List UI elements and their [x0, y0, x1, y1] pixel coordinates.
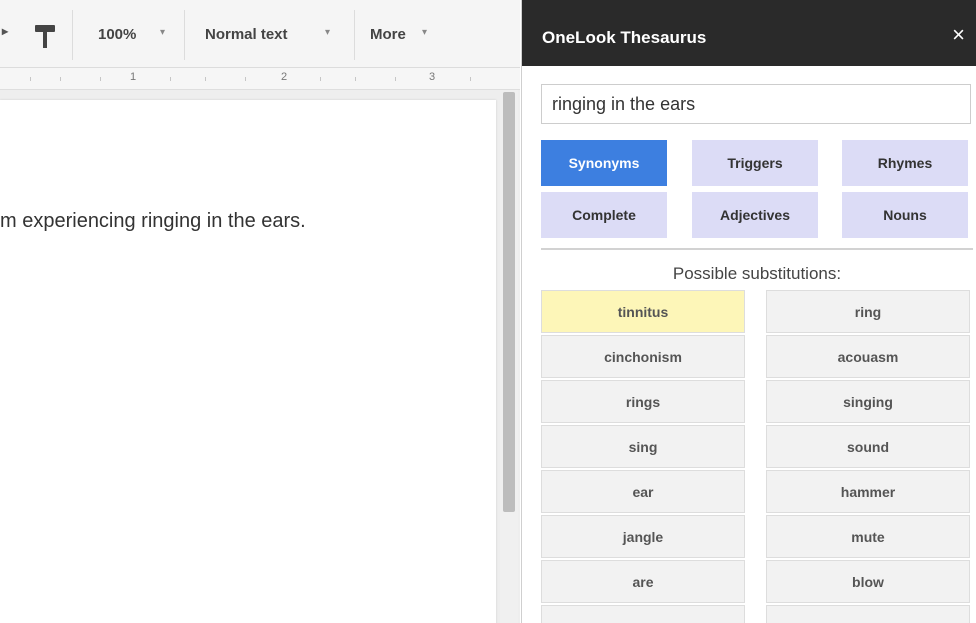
substitutions-left-column: tinnitus cinchonism rings sing ear jangl… [541, 290, 745, 623]
list-item[interactable]: sing [541, 425, 745, 468]
more-chevron-down-icon[interactable]: ▾ [422, 27, 427, 38]
list-item[interactable]: tinnitus [541, 290, 745, 333]
style-dropdown[interactable]: Normal text [205, 26, 288, 43]
sidebar-header: OneLook Thesaurus × [522, 0, 976, 66]
ruler-tick [245, 77, 246, 81]
list-item[interactable]: cinchonism [541, 335, 745, 378]
ruler-tick [205, 77, 206, 81]
document-text[interactable]: m experiencing ringing in the ears. [0, 210, 306, 233]
zoom-dropdown[interactable]: 100% [98, 26, 136, 43]
list-item[interactable]: ... [541, 605, 745, 623]
ruler-mark: 2 [281, 71, 288, 83]
ruler-tick [30, 77, 31, 81]
list-item[interactable]: rings [541, 380, 745, 423]
ruler-tick [100, 77, 101, 81]
ruler-tick [320, 77, 321, 81]
rhymes-button[interactable]: Rhymes [842, 140, 968, 186]
list-item[interactable]: ... [766, 605, 970, 623]
ruler-tick [470, 77, 471, 81]
toolbar-separator [354, 10, 355, 60]
nouns-button[interactable]: Nouns [842, 192, 968, 238]
ruler[interactable]: 1 2 3 [0, 68, 520, 90]
complete-button[interactable]: Complete [541, 192, 667, 238]
document-page[interactable]: m experiencing ringing in the ears. [0, 100, 496, 623]
close-icon[interactable]: × [952, 24, 965, 46]
style-chevron-down-icon[interactable]: ▾ [325, 27, 330, 38]
document-area: ▸ 100% ▾ Normal text ▾ More ▾ 1 2 3 m ex… [0, 0, 520, 623]
search-input[interactable] [541, 84, 971, 124]
list-item[interactable]: blow [766, 560, 970, 603]
thesaurus-sidebar: OneLook Thesaurus × Synonyms Triggers Rh… [521, 0, 976, 623]
doc-toolbar: ▸ 100% ▾ Normal text ▾ More ▾ [0, 0, 520, 68]
ruler-tick [395, 77, 396, 81]
divider [541, 248, 973, 250]
list-item[interactable]: sound [766, 425, 970, 468]
ruler-tick [60, 77, 61, 81]
ruler-mark: 1 [130, 71, 137, 83]
list-item[interactable]: ring [766, 290, 970, 333]
list-item[interactable]: jangle [541, 515, 745, 558]
ruler-mark: 3 [429, 71, 436, 83]
list-item[interactable]: ear [541, 470, 745, 513]
sidebar-title: OneLook Thesaurus [542, 28, 707, 47]
ruler-tick [355, 77, 356, 81]
substitutions-right-column: ring acouasm singing sound hammer mute b… [766, 290, 970, 623]
synonyms-button[interactable]: Synonyms [541, 140, 667, 186]
substitutions-heading: Possible substitutions: [672, 264, 842, 283]
ruler-tick [170, 77, 171, 81]
list-item[interactable]: singing [766, 380, 970, 423]
paint-format-icon[interactable] [34, 24, 56, 50]
toolbar-separator [184, 10, 185, 60]
toolbar-separator [72, 10, 73, 60]
more-menu[interactable]: More [370, 26, 406, 43]
adjectives-button[interactable]: Adjectives [692, 192, 818, 238]
undo-arrow-icon[interactable]: ▸ [2, 24, 8, 38]
scrollbar-thumb[interactable] [503, 92, 515, 512]
list-item[interactable]: are [541, 560, 745, 603]
list-item[interactable]: hammer [766, 470, 970, 513]
list-item[interactable]: acouasm [766, 335, 970, 378]
zoom-chevron-down-icon[interactable]: ▾ [160, 27, 165, 38]
list-item[interactable]: mute [766, 515, 970, 558]
triggers-button[interactable]: Triggers [692, 140, 818, 186]
